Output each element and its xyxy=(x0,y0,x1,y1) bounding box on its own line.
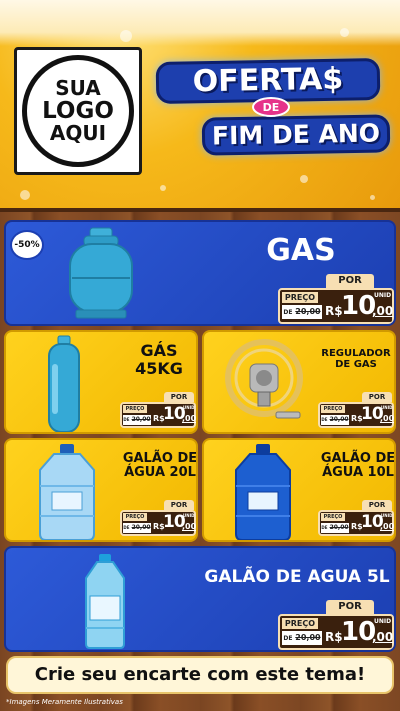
unit-label: UNID xyxy=(183,513,195,518)
price-cents: ,00 xyxy=(182,522,197,531)
currency: R$ xyxy=(325,304,343,318)
de-label: DE xyxy=(283,635,293,642)
price-tag: POR PREÇO DE 20,00 R$ 10 ,00 UNID xyxy=(120,500,196,536)
disclaimer-footnote: *Imagens Meramente Ilustrativas xyxy=(6,698,123,706)
title-fim-de-ano: FIM DE ANO xyxy=(201,114,391,156)
bubble xyxy=(300,175,308,183)
por-label: POR xyxy=(326,600,374,614)
product-card-water-10l[interactable]: GALÃO DE ÁGUA 10L POR PREÇO DE 20,00 R$ … xyxy=(202,438,396,542)
product-card-regulator[interactable]: REGULADOR DE GAS POR PREÇO DE 20,00 R$ 1… xyxy=(202,330,396,434)
de-label: DE xyxy=(321,525,328,530)
price-cents: ,00 xyxy=(372,304,394,318)
currency: R$ xyxy=(325,630,343,644)
por-label: POR xyxy=(362,392,392,402)
product-name: GALÃO DE AGUA 5L xyxy=(204,567,390,587)
preco-label: PREÇO xyxy=(123,513,147,521)
old-price-value: 20,00 xyxy=(329,416,349,423)
beer-header: SUA LOGO AQUI OFERTA$ FIM DE ANO DE xyxy=(0,0,400,212)
product-card-water-5l[interactable]: GALÃO DE AGUA 5L POR PREÇO DE 20,00 R$ 1… xyxy=(4,546,396,652)
de-label: DE xyxy=(123,525,130,530)
beer-foam xyxy=(0,0,400,46)
product-name-line-2: 45KG xyxy=(135,358,183,378)
preco-label: PREÇO xyxy=(282,618,318,629)
logo-circle: SUA LOGO AQUI xyxy=(22,55,134,167)
old-price: DE 20,00 xyxy=(282,305,322,319)
old-price: DE 20,00 xyxy=(123,415,151,425)
product-name-line-2: ÁGUA 20L xyxy=(124,465,196,481)
price-tag: POR PREÇO DE 20,00 R$ 10 ,00 UNID xyxy=(318,500,394,536)
bubble xyxy=(20,190,30,200)
gas-45kg-cylinder-image xyxy=(48,335,80,432)
de-label: DE xyxy=(283,309,293,316)
offer-title: OFERTA$ FIM DE ANO DE xyxy=(152,56,392,166)
product-name: GALÃO DE ÁGUA 20L xyxy=(122,451,196,481)
old-price-value: 20,00 xyxy=(131,524,151,531)
price-cents: ,00 xyxy=(182,414,197,423)
por-label: POR xyxy=(164,500,194,510)
de-label: DE xyxy=(123,417,130,422)
water-bottle-5l-image xyxy=(85,554,125,649)
product-name: GALÃO DE ÁGUA 10L xyxy=(320,451,394,481)
old-price-value: 20,00 xyxy=(295,307,321,316)
gas-regulator-image xyxy=(225,339,303,419)
water-jug-20l-image xyxy=(39,444,95,540)
old-price-value: 20,00 xyxy=(295,633,321,642)
logo-placeholder: SUA LOGO AQUI xyxy=(14,47,142,175)
old-price: DE 20,00 xyxy=(123,523,151,533)
bubble xyxy=(160,185,166,191)
price-tag: POR PREÇO DE 20,00 R$ 10 ,00 UNID xyxy=(120,392,196,428)
old-price: DE 20,00 xyxy=(282,631,322,645)
product-name: REGULADOR DE GAS xyxy=(316,348,394,370)
por-label: POR xyxy=(164,392,194,402)
product-name: GAS xyxy=(266,233,336,268)
logo-line-3: AQUI xyxy=(49,121,107,146)
old-price: DE 20,00 xyxy=(321,415,349,425)
preco-label: PREÇO xyxy=(123,405,147,413)
title-connector: DE xyxy=(252,97,290,117)
unit-label: UNID xyxy=(381,513,393,518)
gas-cylinder-image xyxy=(69,227,133,319)
price-integer: 10 xyxy=(341,291,376,321)
price-tag: POR PREÇO DE 20,00 R$ 10 ,00 UNID xyxy=(318,392,394,428)
product-name-line-2: ÁGUA 10L xyxy=(322,465,394,481)
price-integer: 10 xyxy=(341,617,376,647)
price-tag: POR PREÇO DE 20,00 R$ 10 ,00 UNID xyxy=(278,274,394,324)
old-price-value: 20,00 xyxy=(131,416,151,423)
old-price: DE 20,00 xyxy=(321,523,349,533)
cta-banner[interactable]: Crie seu encarte com este tema! xyxy=(6,656,394,694)
product-name-line-2: DE GAS xyxy=(335,359,377,370)
bubble xyxy=(120,30,132,42)
price-tag: POR PREÇO DE 20,00 R$ 10 ,00 UNID xyxy=(278,600,394,650)
unit-label: UNID xyxy=(374,292,392,299)
por-label: POR xyxy=(362,500,392,510)
unit-label: UNID xyxy=(381,405,393,410)
preco-label: PREÇO xyxy=(321,513,345,521)
product-name-line-1: REGULADOR xyxy=(321,348,391,359)
bubble xyxy=(340,28,349,37)
price-cents: ,00 xyxy=(380,414,395,423)
unit-label: UNID xyxy=(183,405,195,410)
product-card-gas[interactable]: -50% GAS POR PREÇO DE 20,00 R$ 10 ,00 UN… xyxy=(4,220,396,326)
logo-line-1: SUA xyxy=(55,75,101,100)
bubble xyxy=(370,195,375,200)
discount-badge: -50% xyxy=(12,232,42,258)
old-price-value: 20,00 xyxy=(329,524,349,531)
preco-label: PREÇO xyxy=(321,405,345,413)
product-name: GÁS 45KG xyxy=(122,342,196,377)
product-name-line-1: GÁS xyxy=(140,341,178,360)
product-card-water-20l[interactable]: GALÃO DE ÁGUA 20L POR PREÇO DE 20,00 R$ … xyxy=(4,438,198,542)
logo-line-2: LOGO xyxy=(42,97,114,124)
product-card-gas-45kg[interactable]: GÁS 45KG POR PREÇO DE 20,00 R$ 10 ,00 UN… xyxy=(4,330,198,434)
price-cents: ,00 xyxy=(380,522,395,531)
por-label: POR xyxy=(326,274,374,288)
de-label: DE xyxy=(321,417,328,422)
preco-label: PREÇO xyxy=(282,292,318,303)
water-jug-10l-image xyxy=(235,444,291,540)
unit-label: UNID xyxy=(374,618,392,625)
price-cents: ,00 xyxy=(372,630,394,644)
